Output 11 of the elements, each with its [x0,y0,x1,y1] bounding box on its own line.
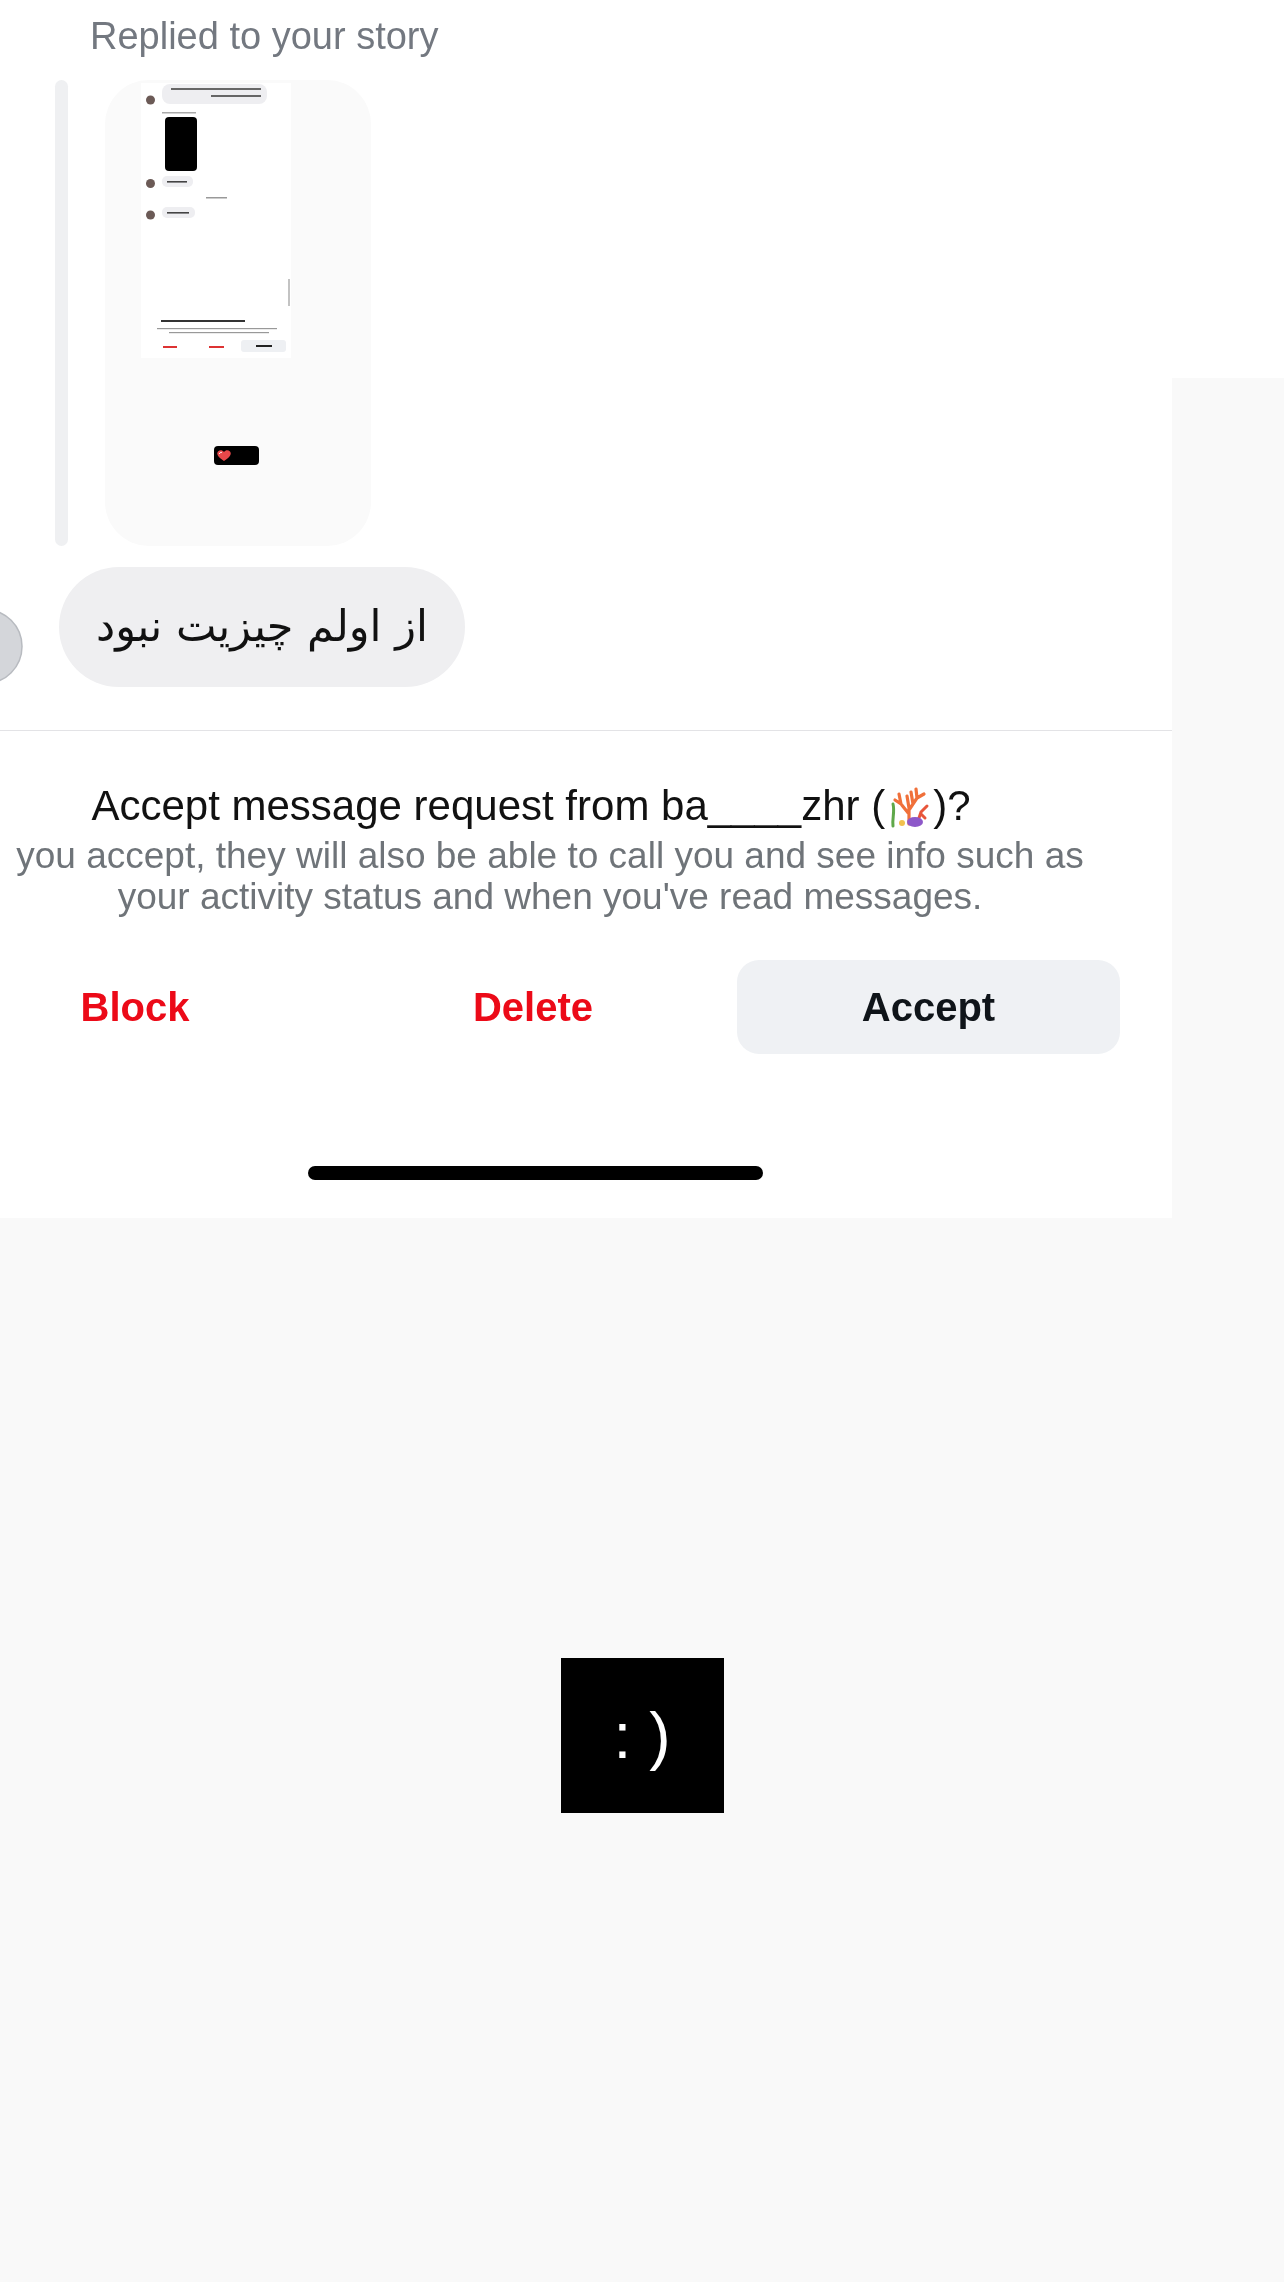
message-bubble: از اولم چیزیت نبود [59,566,465,687]
request-explanation: you accept, they will also be able to call you and see info such as your activity status and when you've read messages. [15,835,1085,917]
story-reply-label: Replied to your story [89,14,440,59]
smiley-text: : ) [560,1658,724,1813]
accept-button[interactable]: Accept [737,960,1120,1054]
block-button[interactable]: Block [72,983,198,1031]
request-title-end: )? [933,780,971,831]
request-title: Accept message request from ba____zhr ( [91,780,886,831]
heart-sticker-icon [214,445,259,465]
delete-button[interactable]: Delete [464,983,602,1031]
story-thumbnail[interactable] [105,79,371,546]
